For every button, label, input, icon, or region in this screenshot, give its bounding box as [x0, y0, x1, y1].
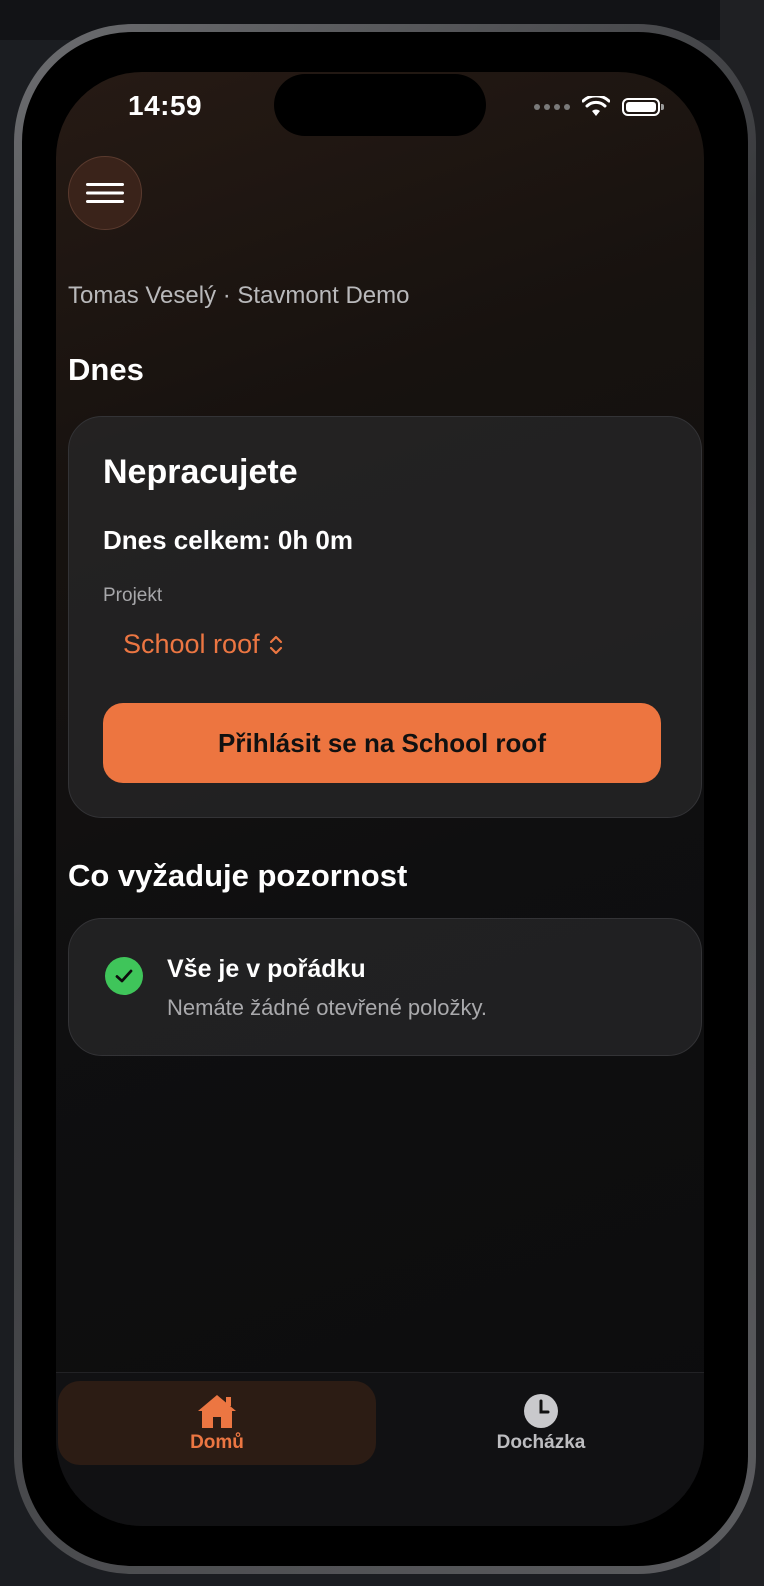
section-title-today: Dnes: [68, 352, 144, 387]
tab-attendance[interactable]: Docházka: [382, 1381, 700, 1465]
user-company-line: Tomas Veselý · Stavmont Demo: [68, 282, 410, 309]
work-status: Nepracujete: [103, 453, 298, 491]
project-picker[interactable]: School roof: [123, 629, 284, 660]
attention-item-title: Vše je v pořádku: [167, 955, 366, 983]
checkmark-circle-icon: [105, 957, 143, 995]
tab-bar: Domů Docházka: [56, 1372, 704, 1526]
attention-item-subtitle: Nemáte žádné otevřené položky.: [167, 995, 487, 1020]
battery-icon: [622, 98, 664, 116]
house-icon: [198, 1395, 236, 1428]
today-total: Dnes celkem: 0h 0m: [103, 525, 354, 555]
wifi-icon: [582, 96, 610, 116]
attention-card: Vše je v pořádku Nemáte žádné otevřené p…: [68, 918, 702, 1056]
status-indicators: [534, 96, 664, 118]
tab-home-label: Domů: [190, 1432, 244, 1453]
status-time: 14:59: [128, 90, 203, 121]
dynamic-island: [274, 74, 486, 136]
today-card: Nepracujete Dnes celkem: 0h 0m Projekt S…: [68, 416, 702, 818]
section-title-attention: Co vyžaduje pozornost: [68, 858, 408, 893]
clock-icon: [524, 1394, 558, 1428]
tab-home[interactable]: Domů: [58, 1381, 376, 1465]
chevron-up-down-icon: [269, 635, 282, 654]
project-picker-value: School roof: [123, 629, 260, 659]
tab-attendance-label: Docházka: [496, 1432, 586, 1453]
menu-button[interactable]: [68, 156, 142, 230]
check-in-button[interactable]: Přihlásit se na School roof: [103, 703, 661, 783]
cellular-signal-icon: [534, 104, 570, 110]
app-screen: 14:59 Tomas Veselý · Stavmont Demo Dnes …: [56, 72, 704, 1526]
hamburger-menu-icon: [86, 183, 124, 203]
project-label: Projekt: [103, 585, 163, 606]
